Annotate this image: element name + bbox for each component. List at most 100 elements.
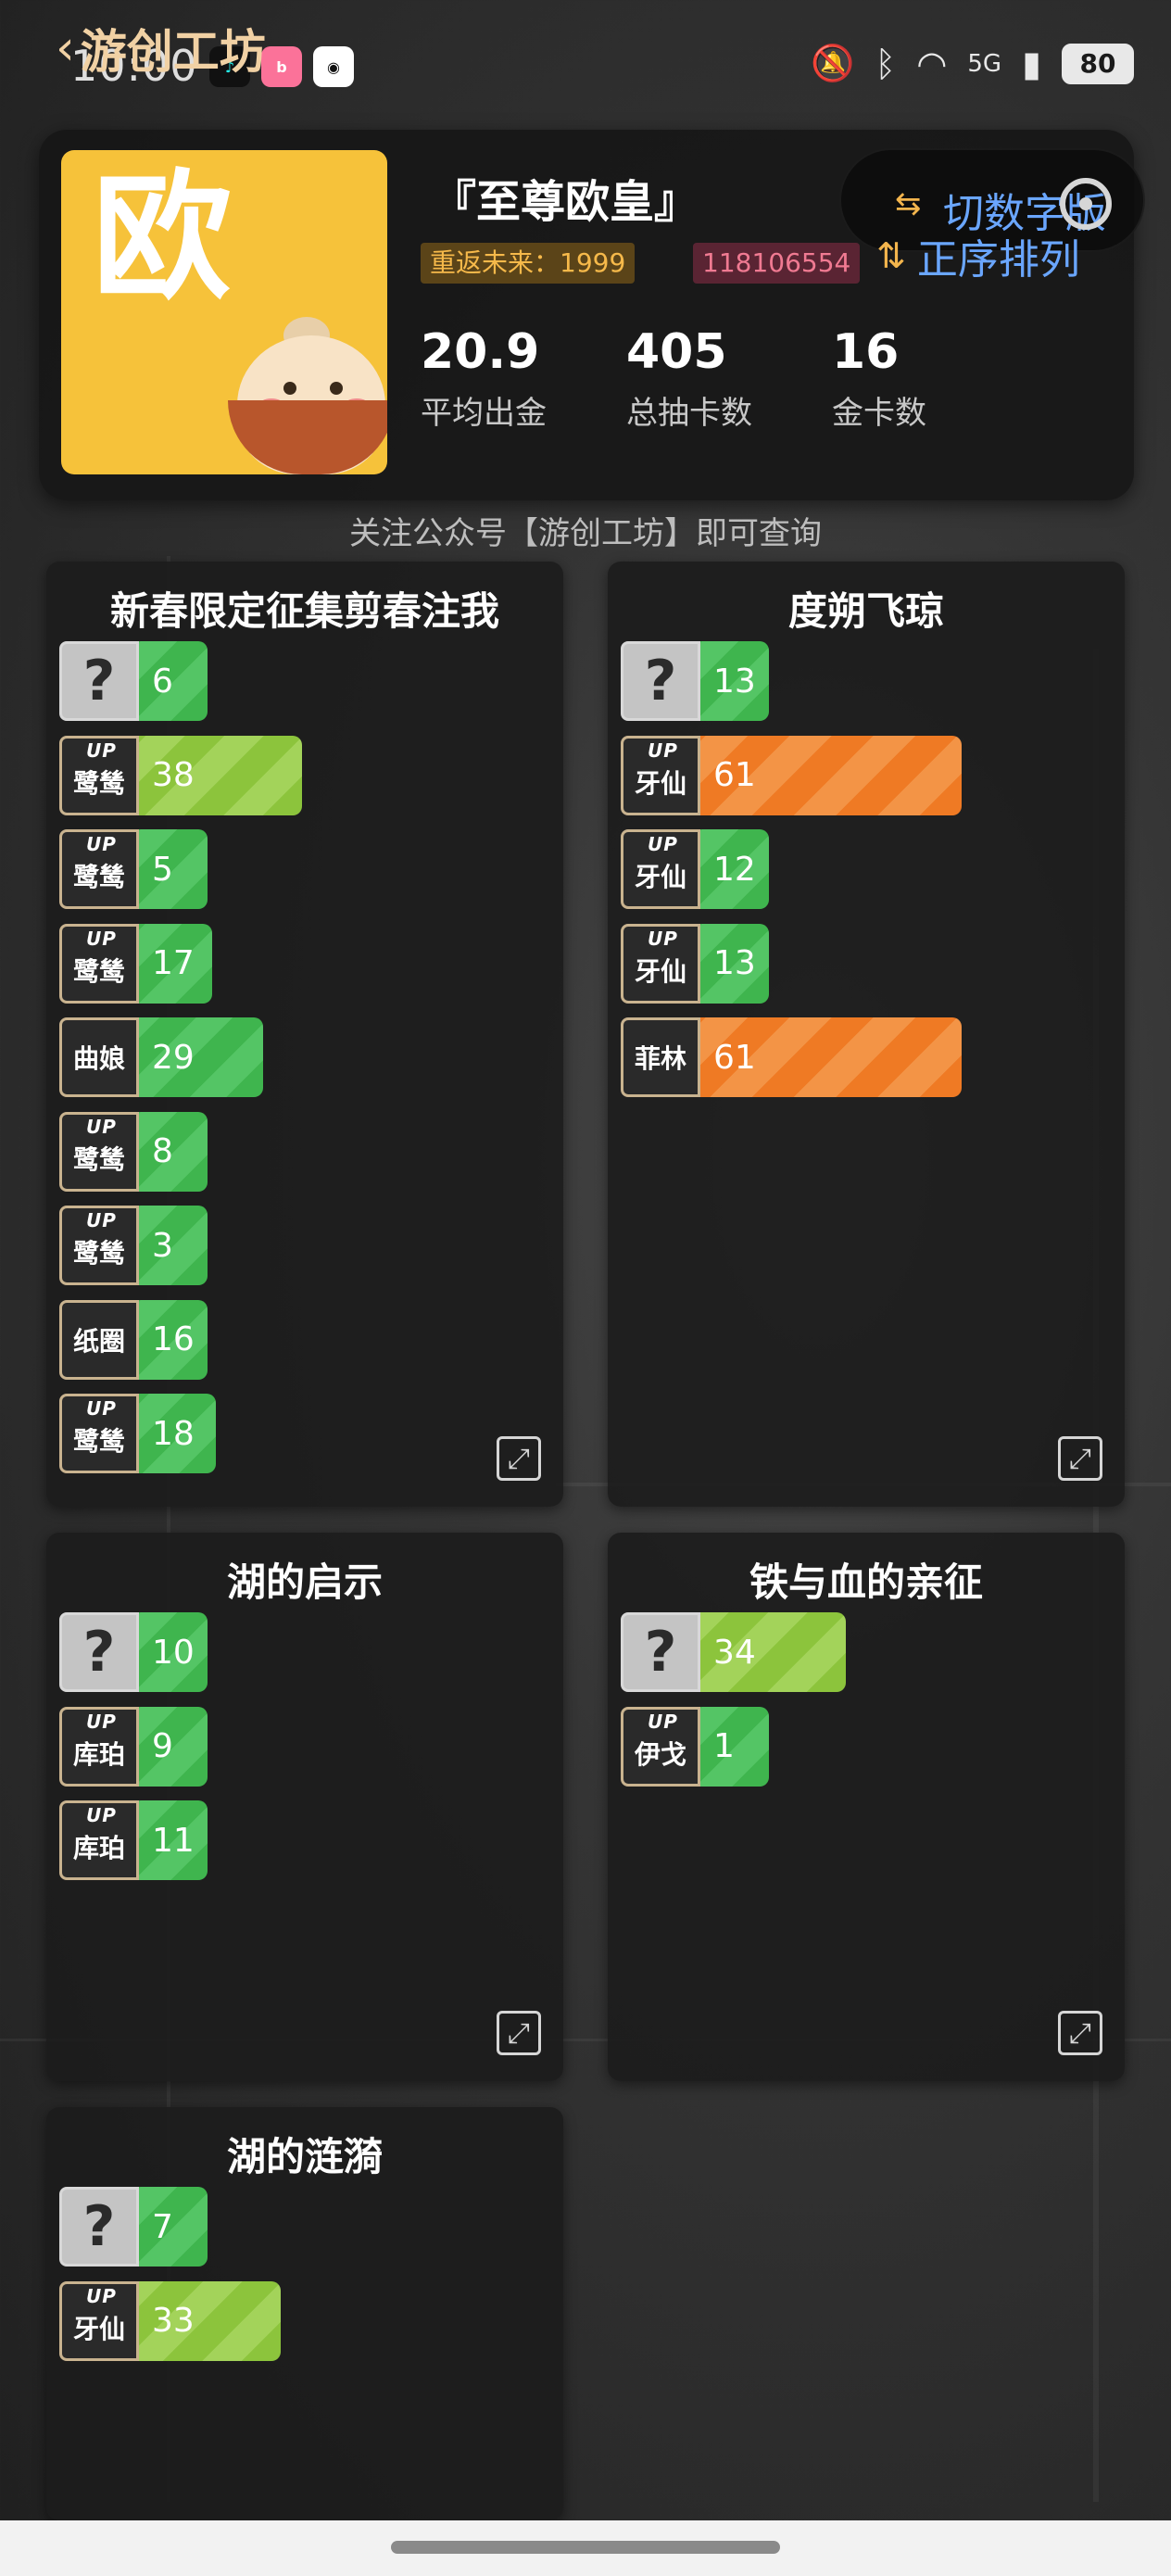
bluetooth-icon: ᛒ	[875, 43, 897, 84]
pity-count: 8	[152, 1132, 173, 1170]
pity-count: 10	[152, 1633, 195, 1672]
character-box: UP 伊戈	[621, 1706, 700, 1787]
character-name: 鹭鸶	[72, 1426, 125, 1457]
mascot-eye	[283, 382, 296, 395]
unknown-character-icon: ?	[621, 1612, 700, 1692]
profile-card: 欧 『至尊欧皇』 重返未来：1999 118106554 ⇆ 切数字版 ⇅ 正序…	[39, 130, 1145, 500]
navigation-bar	[0, 2520, 1171, 2576]
character-name: 鹭鸶	[72, 862, 125, 892]
expand-icon[interactable]: ⤢	[1058, 2011, 1102, 2055]
character-box: 菲林	[621, 1017, 700, 1097]
character-name: 曲娘	[72, 1043, 125, 1074]
expand-icon[interactable]: ⤢	[497, 2011, 541, 2055]
gear-icon[interactable]	[1060, 178, 1112, 230]
character-box: UP 鹭鸶	[59, 735, 139, 815]
wifi-icon: ◠	[916, 43, 948, 84]
character-name: 鹭鸶	[72, 767, 125, 799]
pity-bar: 13	[700, 641, 769, 721]
up-tag: UP	[86, 1710, 117, 1733]
question-icon: ?	[82, 1620, 116, 1685]
pity-bar: 29	[139, 1017, 263, 1097]
signal-icon: ▮	[1022, 43, 1041, 84]
character-name: 牙仙	[634, 862, 686, 892]
pity-bar: 17	[139, 923, 212, 1004]
pity-bar: 6	[139, 641, 208, 721]
stat-avg-pity: 20.9 平均出金	[421, 324, 547, 433]
network-label: 5G	[967, 49, 1002, 78]
stat-label: 金卡数	[832, 395, 926, 432]
question-icon: ?	[82, 2194, 116, 2259]
pity-count: 38	[152, 756, 195, 794]
up-tag: UP	[86, 1397, 117, 1420]
expand-icon[interactable]: ⤢	[1058, 1436, 1102, 1481]
sort-icon: ⇅	[876, 235, 906, 276]
pity-count: 33	[152, 2302, 195, 2340]
character-name: 菲林	[634, 1043, 686, 1074]
pull-row: UP 鹭鸶 3	[59, 1206, 208, 1285]
up-tag: UP	[86, 833, 117, 855]
pool-title: 湖的启示	[226, 1559, 383, 1605]
pull-row: UP 牙仙 33	[59, 2280, 281, 2361]
pull-row: UP 牙仙 13	[621, 923, 769, 1004]
question-icon: ?	[644, 649, 677, 713]
pity-bar: 5	[139, 829, 208, 909]
stat-label: 总抽卡数	[626, 395, 752, 432]
pool-card: 新春限定征集剪春注我? 6 UP 鹭鸶 38 UP 鹭鸶 5 UP 鹭鸶 17 曲娘 29 UP 鹭鸶 8 UP…	[46, 562, 563, 1507]
back-button[interactable]: ‹ 游创工坊	[56, 15, 266, 82]
pity-bar: 18	[139, 1394, 216, 1473]
pity-bar: 9	[139, 1706, 208, 1787]
pull-row: 菲林 61	[621, 1017, 962, 1097]
pool-card: 湖的启示? 10 UP 库珀 9 UP 库珀 11 ⤢	[46, 1533, 563, 2081]
pity-count: 9	[152, 1727, 173, 1765]
pull-row: UP 伊戈 1	[621, 1706, 769, 1787]
pool-title: 度朔飞琼	[787, 588, 944, 634]
pity-count: 17	[152, 944, 195, 982]
character-box: 纸圈	[59, 1299, 139, 1380]
unknown-character-icon: ?	[621, 641, 700, 721]
character-name: 纸圈	[72, 1325, 125, 1357]
pity-count: 13	[713, 662, 756, 701]
pool-card: 湖的涟漪? 7 UP 牙仙 33	[46, 2107, 563, 2520]
stat-total-pulls: 405 总抽卡数	[626, 324, 752, 433]
pity-count: 18	[152, 1414, 195, 1453]
pity-count: 34	[713, 1633, 756, 1672]
up-tag: UP	[86, 1804, 117, 1826]
follow-hint: 关注公众号【游创工坊】即可查询	[349, 515, 822, 552]
pull-row: UP 库珀 11	[59, 1800, 208, 1880]
character-name: 牙仙	[634, 955, 686, 987]
character-box: UP 库珀	[59, 1706, 139, 1787]
character-name: 伊戈	[634, 1738, 686, 1770]
avatar: 欧	[61, 150, 387, 474]
character-box: UP 牙仙	[621, 735, 700, 815]
character-box: UP 牙仙	[621, 923, 700, 1004]
pool-title: 湖的涟漪	[226, 2134, 383, 2179]
up-tag: UP	[648, 833, 678, 855]
pity-count: 5	[152, 850, 173, 889]
pity-count: 12	[713, 850, 756, 889]
home-indicator[interactable]	[391, 2541, 780, 2554]
pull-row: UP 牙仙 61	[621, 735, 962, 815]
pity-bar: 38	[139, 735, 302, 815]
pull-row: UP 鹭鸶 5	[59, 829, 208, 909]
unknown-character-icon: ?	[59, 1612, 139, 1692]
stat-label: 平均出金	[421, 395, 547, 432]
pity-bar: 33	[139, 2280, 281, 2361]
unknown-character-icon: ?	[59, 641, 139, 721]
up-tag: UP	[86, 1209, 117, 1231]
pity-bar: 34	[700, 1612, 846, 1692]
sort-order-button[interactable]: ⇅ 正序排列	[876, 226, 1080, 285]
battery-icon: 80	[1062, 43, 1134, 84]
pity-bar: 16	[139, 1299, 208, 1380]
character-name: 库珀	[72, 1833, 125, 1863]
question-icon: ?	[644, 1620, 677, 1685]
expand-icon[interactable]: ⤢	[497, 1436, 541, 1481]
character-box: UP 鹭鸶	[59, 923, 139, 1004]
pity-count: 13	[713, 944, 756, 982]
up-tag: UP	[86, 2284, 117, 2307]
mascot-bowl	[228, 400, 387, 474]
stat-gold-count: 16 金卡数	[832, 324, 926, 433]
chevron-left-icon: ‹	[56, 20, 75, 76]
switch-icon: ⇆	[895, 185, 922, 222]
unknown-character-icon: ?	[59, 2187, 139, 2267]
up-tag: UP	[86, 927, 117, 950]
